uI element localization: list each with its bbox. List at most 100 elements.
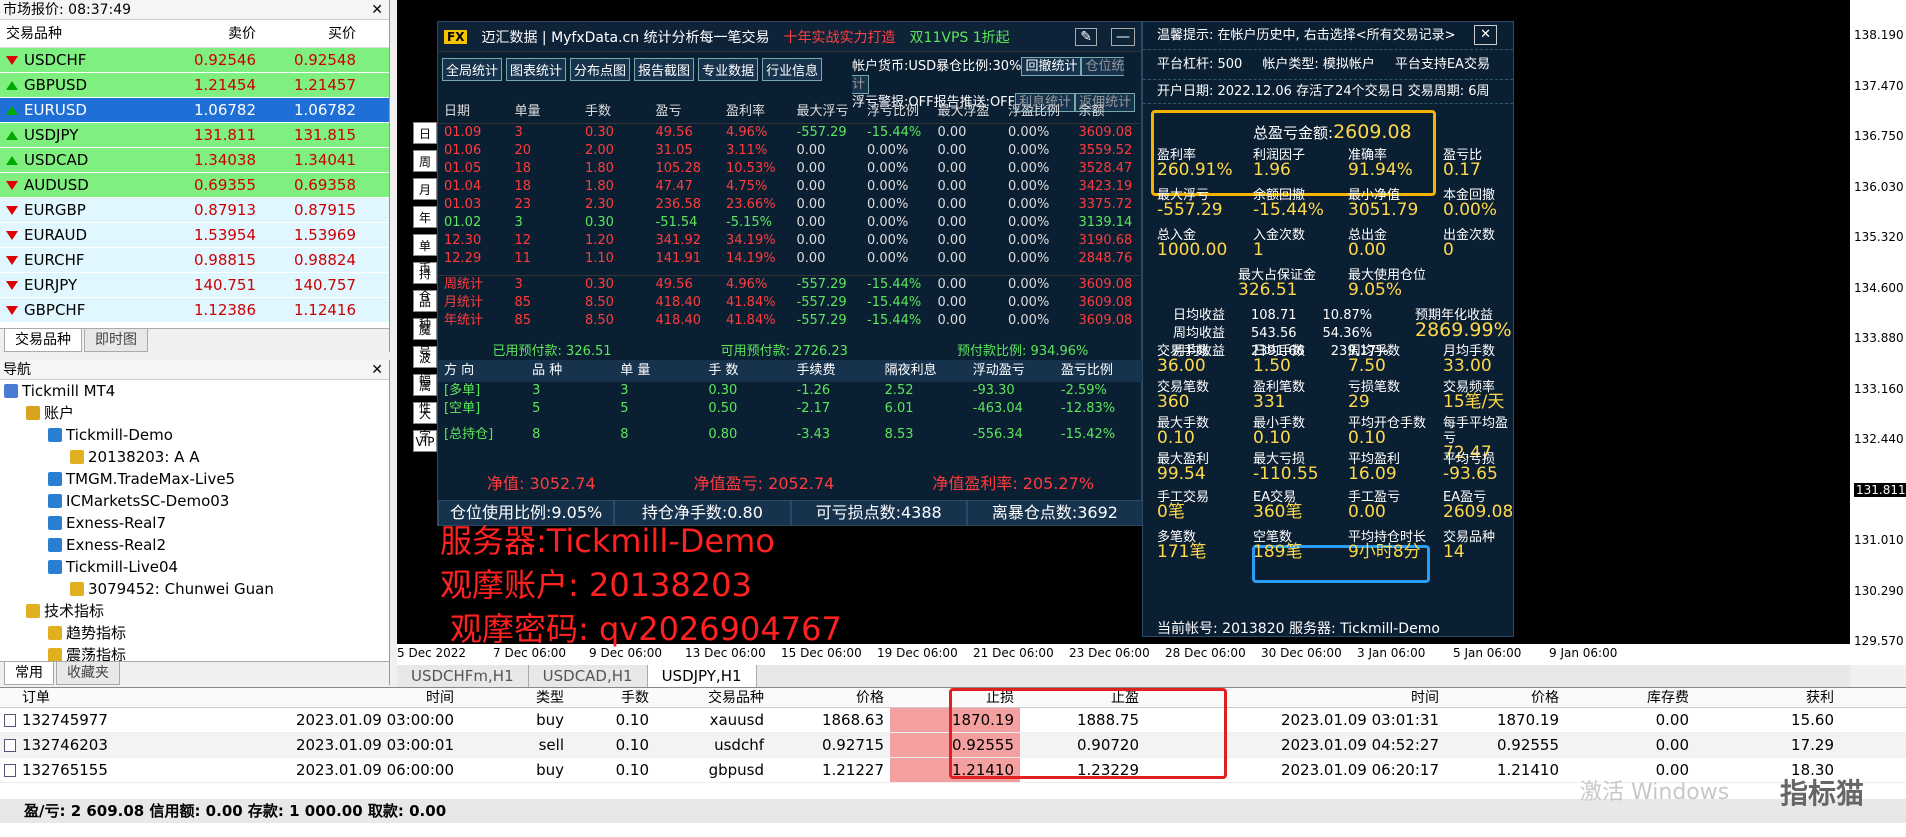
order-header-cell[interactable]: 手数 — [570, 688, 655, 707]
symbol-cell[interactable]: EURCHF — [0, 248, 160, 272]
table-cell: 0.00% — [1008, 313, 1050, 328]
stats-tab-button[interactable]: 图表统计 — [506, 58, 567, 81]
market-row[interactable]: EURUSD 1.06782 1.06782 — [0, 98, 389, 123]
close-icon[interactable]: ✕ — [1474, 25, 1497, 45]
period-button[interactable]: 持仓 — [413, 262, 437, 303]
tab-symbols[interactable]: 交易品种 — [4, 329, 82, 352]
market-row[interactable]: AUDUSD 0.69355 0.69358 — [0, 173, 389, 198]
symbol-cell[interactable]: AUDUSD — [0, 173, 160, 197]
order-header-cell[interactable]: 价格 — [1445, 688, 1565, 707]
stat-cell: 准确率 91.94% — [1348, 148, 1413, 179]
order-value: buy — [536, 761, 564, 779]
period-button[interactable]: 单币 — [413, 234, 437, 275]
close-icon[interactable]: ✕ — [371, 360, 383, 380]
tree-item[interactable]: 技术指标 — [4, 600, 389, 622]
order-header-cell[interactable]: 获利 — [1695, 688, 1840, 707]
tree-item[interactable]: Tickmill-Live04 — [4, 556, 389, 578]
chart-tab[interactable]: USDCAD,H1 — [529, 665, 648, 687]
tree-item[interactable]: TMGM.TradeMax-Live5 — [4, 468, 389, 490]
table-cell: [总持仓] — [444, 427, 494, 442]
tree-item[interactable]: 20138203: A A — [4, 446, 389, 468]
stats-tab-button[interactable]: 分布点图 — [570, 58, 631, 81]
stats-tab-button[interactable]: 行业信息 — [762, 58, 823, 81]
tree-label: Exness-Real2 — [66, 536, 167, 554]
stat-value: 99.54 — [1157, 464, 1206, 484]
order-cell: buy — [460, 708, 570, 732]
market-row[interactable]: EURAUD 1.53954 1.53969 — [0, 223, 389, 248]
tab-tick-chart[interactable]: 即时图 — [84, 329, 148, 352]
order-value: 0.00 — [1655, 736, 1689, 754]
chart-tab[interactable]: USDCHFm,H1 — [397, 665, 529, 687]
period-button[interactable]: 周 — [413, 150, 437, 172]
period-button[interactable]: 大字 — [413, 402, 437, 443]
stats-tab-button[interactable]: 专业数据 — [698, 58, 759, 81]
symbol-cell[interactable]: USDJPY — [0, 123, 160, 147]
period-button[interactable]: 月 — [413, 178, 437, 200]
tree-item[interactable]: 账户 — [4, 402, 389, 424]
order-value: 132765155 — [22, 761, 108, 779]
chart-tab[interactable]: USDJPY,H1 — [647, 665, 757, 687]
order-header-cell[interactable]: 交易品种 — [655, 688, 770, 707]
summary-row: 月统计 85 8.50 418.40 41.84% -557.29 -15.44% 0.00 0… — [438, 294, 1143, 312]
tree-item[interactable]: Exness-Real7 — [4, 512, 389, 534]
open-date: 开户日期: 2022.12.06 存活了24个交易日 交易周期: 6周 — [1157, 84, 1490, 99]
symbol-cell[interactable]: USDCHF — [0, 48, 160, 72]
symbol-cell[interactable]: EURUSD — [0, 98, 160, 122]
ask-price: 1.53969 — [293, 226, 356, 244]
promo-link[interactable]: 双11VPS 1折起 — [910, 27, 1010, 47]
ask-price: 1.06782 — [293, 101, 356, 119]
period-button[interactable]: 年 — [413, 206, 437, 228]
tab-common[interactable]: 常用 — [4, 662, 54, 685]
tree-item[interactable]: 3079452: Chunwei Guan — [4, 578, 389, 600]
market-row[interactable]: USDJPY 131.811 131.815 — [0, 123, 389, 148]
tree-item[interactable]: 趋势指标 — [4, 622, 389, 644]
edit-icon[interactable]: ✎ — [1075, 27, 1097, 46]
stat-value: 0.00 — [1348, 240, 1386, 260]
symbol-cell[interactable]: GBPCHF — [0, 298, 160, 322]
table-cell: 418.40 — [655, 313, 702, 328]
stats-tab-button[interactable]: 全局统计 — [442, 58, 503, 81]
market-row[interactable]: GBPUSD 1.21454 1.21457 — [0, 73, 389, 98]
table-cell: 4.96% — [726, 125, 768, 140]
symbol-cell[interactable]: GBPUSD — [0, 73, 160, 97]
symbol-name: USDJPY — [24, 125, 79, 144]
daily-row: 月均收益 2391.66 239.17% — [1173, 344, 1389, 359]
stat-cell: 本金回撤 0.00% — [1443, 188, 1497, 219]
tree-item[interactable]: Tickmill-Demo — [4, 424, 389, 446]
order-header-cell[interactable]: 订单 — [0, 688, 160, 707]
symbol-cell[interactable]: EURAUD — [0, 223, 160, 247]
order-header-cell[interactable]: 库存费 — [1565, 688, 1695, 707]
period-button[interactable]: VIP — [413, 430, 437, 452]
symbol-cell[interactable]: EURGBP — [0, 198, 160, 222]
period-button[interactable]: 属性 — [413, 374, 437, 415]
margin-free: 可用预付款: 2726.23 — [720, 344, 848, 359]
market-row[interactable]: EURJPY 140.751 140.757 — [0, 273, 389, 298]
market-row[interactable]: GBPCHF 1.12386 1.12416 — [0, 298, 389, 323]
order-header-cell[interactable]: 价格 — [770, 688, 890, 707]
symbol-cell[interactable]: USDCAD — [0, 148, 160, 172]
tree-item[interactable]: Tickmill MT4 — [4, 380, 389, 402]
market-row[interactable]: EURCHF 0.98815 0.98824 — [0, 248, 389, 273]
symbol-cell[interactable]: EURJPY — [0, 273, 160, 297]
tab-favorites[interactable]: 收藏夹 — [56, 662, 120, 685]
market-row[interactable]: USDCAD 1.34038 1.34041 — [0, 148, 389, 173]
order-header-cell[interactable]: 时间 — [160, 688, 460, 707]
table-cell: 3 — [620, 383, 629, 398]
market-row[interactable]: EURGBP 0.87913 0.87915 — [0, 198, 389, 223]
period-button[interactable]: 日 — [413, 122, 437, 144]
close-icon[interactable]: ✕ — [371, 0, 383, 20]
period-button[interactable]: 波幅 — [413, 346, 437, 387]
drawdown-stats-button[interactable]: 回撤统计 — [1021, 57, 1082, 76]
period-button[interactable]: 品种 — [413, 290, 437, 331]
period-button[interactable]: 魔号 — [413, 318, 437, 359]
market-row[interactable]: USDCHF 0.92546 0.92548 — [0, 48, 389, 73]
table-cell: 01.05 — [444, 161, 482, 176]
tree-item[interactable]: ICMarketsSC-Demo03 — [4, 490, 389, 512]
minimize-icon[interactable]: — — [1111, 27, 1135, 46]
current-account: 当前帐号: 2013820 服务器: Tickmill-Demo — [1157, 621, 1440, 637]
order-value: 0.92555 — [1496, 736, 1559, 754]
stats-tab-button[interactable]: 报告截图 — [634, 58, 695, 81]
order-header-cell[interactable]: 类型 — [460, 688, 570, 707]
tree-item[interactable]: Exness-Real2 — [4, 534, 389, 556]
stat-value: 0笔 — [1157, 502, 1185, 522]
